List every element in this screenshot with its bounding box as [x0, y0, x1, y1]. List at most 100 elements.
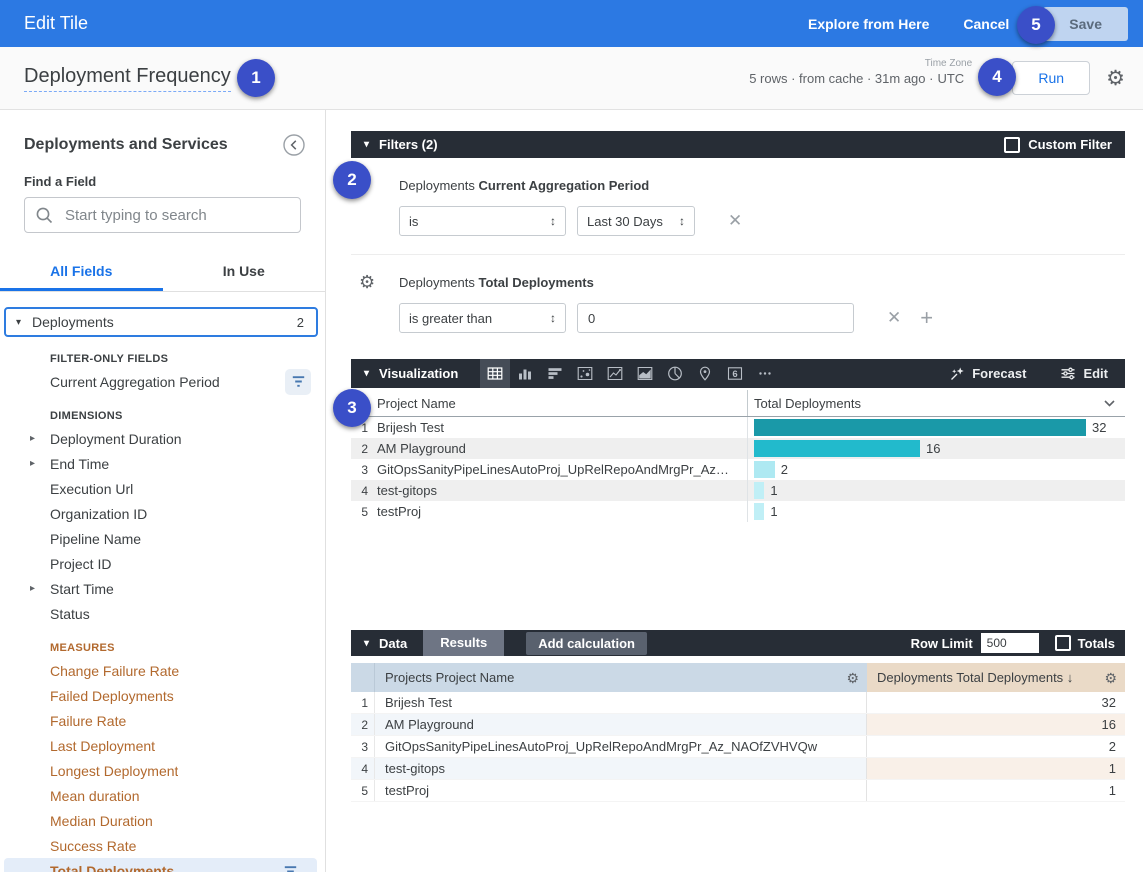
explore-from-here-link[interactable]: Explore from Here — [808, 16, 929, 32]
save-button[interactable]: Save — [1043, 7, 1128, 41]
filter-value-select[interactable]: Last 30 Days ↕ — [577, 206, 695, 236]
visualization-section-bar[interactable]: ▾ Visualization 6 Forecast Edit — [351, 359, 1125, 388]
viz-cell-project-name[interactable]: test-gitops — [375, 483, 747, 498]
filter-applied-icon[interactable] — [277, 858, 303, 872]
data-section-bar[interactable]: ▾ Data Results Add calculation Row Limit… — [351, 630, 1125, 656]
query-status-text: 5 rows · from cache · 31m ago · — [749, 71, 933, 86]
sidebar-field-mean-duration[interactable]: Mean duration — [0, 783, 325, 808]
sidebar-field-pipeline-name[interactable]: Pipeline Name — [0, 526, 325, 551]
filter-applied-icon[interactable] — [285, 369, 311, 395]
sidebar-field-status[interactable]: Status — [0, 601, 325, 626]
tab-in-use[interactable]: In Use — [163, 257, 326, 291]
single-value-icon[interactable]: 6 — [720, 359, 750, 388]
filters-section-bar[interactable]: ▾ Filters (2) Custom Filter — [351, 131, 1125, 158]
area-chart-icon[interactable] — [630, 359, 660, 388]
sidebar-field-success-rate[interactable]: Success Rate — [0, 833, 325, 858]
deployment-bar[interactable] — [754, 503, 764, 520]
chevron-down-icon[interactable] — [1104, 400, 1125, 407]
field-search-input[interactable] — [63, 206, 290, 225]
scatter-plot-icon[interactable] — [570, 359, 600, 388]
cancel-link[interactable]: Cancel — [963, 16, 1009, 32]
expand-caret-icon[interactable]: ▸ — [30, 458, 50, 469]
data-cell-project-name[interactable]: AM Playground — [375, 714, 867, 735]
viz-cell-project-name[interactable]: Brijesh Test — [375, 420, 747, 435]
sidebar-field-median-duration[interactable]: Median Duration — [0, 808, 325, 833]
sidebar-field-organization-id[interactable]: Organization ID — [0, 501, 325, 526]
deployment-bar[interactable] — [754, 482, 764, 499]
data-cell-total-deployments[interactable]: 16 — [867, 714, 1125, 735]
column-chart-icon[interactable] — [510, 359, 540, 388]
filter-operator-select[interactable]: is ↕ — [399, 206, 566, 236]
deployment-bar[interactable] — [754, 419, 1086, 436]
filter-operator-select[interactable]: is greater than ↕ — [399, 303, 566, 333]
line-chart-icon[interactable] — [600, 359, 630, 388]
viz-cell-total-deployments[interactable]: 1 — [747, 480, 1125, 501]
deployment-bar[interactable] — [754, 440, 920, 457]
sidebar-field-failed-deployments[interactable]: Failed Deployments — [0, 683, 325, 708]
collapse-caret-icon[interactable]: ▾ — [364, 368, 369, 379]
query-settings-gear-icon[interactable]: ⚙ — [1106, 68, 1125, 89]
add-filter-icon[interactable]: + — [920, 307, 933, 329]
collapse-caret-icon[interactable]: ▾ — [364, 638, 369, 649]
add-calculation-button[interactable]: Add calculation — [526, 632, 647, 655]
sidebar-field-change-failure-rate[interactable]: Change Failure Rate — [0, 658, 325, 683]
viz-cell-total-deployments[interactable]: 1 — [747, 501, 1125, 522]
column-gear-icon[interactable]: ⚙ — [846, 671, 859, 685]
viz-col-project-name[interactable]: Project Name — [375, 396, 747, 411]
tab-all-fields[interactable]: All Fields — [0, 257, 163, 291]
sidebar-field-project-id[interactable]: Project ID — [0, 551, 325, 576]
data-cell-project-name[interactable]: Brijesh Test — [375, 692, 867, 713]
remove-filter-icon[interactable]: ✕ — [728, 211, 742, 231]
viz-cell-project-name[interactable]: GitOpsSanityPipeLinesAutoProj_UpRelRepoA… — [375, 462, 747, 477]
viz-cell-total-deployments[interactable]: 16 — [747, 438, 1125, 459]
pie-chart-icon[interactable] — [660, 359, 690, 388]
data-cell-project-name[interactable]: test-gitops — [375, 758, 867, 779]
data-col-total-deployments[interactable]: Deployments Total Deployments ↓ ⚙ — [867, 663, 1125, 692]
remove-filter-icon[interactable]: ✕ — [887, 308, 901, 328]
page-title[interactable]: Deployment Frequency — [24, 65, 231, 92]
run-button[interactable]: Run — [1012, 61, 1090, 95]
field-search-box[interactable] — [24, 197, 301, 233]
data-cell-total-deployments[interactable]: 1 — [867, 780, 1125, 801]
bar-chart-icon[interactable] — [540, 359, 570, 388]
sidebar-group-deployments[interactable]: ▾ Deployments 2 — [4, 307, 318, 337]
data-col-project-name[interactable]: Projects Project Name ⚙ — [375, 663, 867, 692]
collapse-caret-icon[interactable]: ▾ — [364, 139, 369, 150]
deployment-bar[interactable] — [754, 461, 775, 478]
sidebar-field-last-deployment[interactable]: Last Deployment — [0, 733, 325, 758]
forecast-button[interactable]: Forecast — [950, 366, 1026, 381]
results-tab[interactable]: Results — [423, 630, 504, 656]
collapse-sidebar-icon[interactable] — [283, 134, 305, 156]
column-gear-icon[interactable]: ⚙ — [1104, 671, 1117, 685]
data-cell-project-name[interactable]: GitOpsSanityPipeLinesAutoProj_UpRelRepoA… — [375, 736, 867, 757]
expand-caret-icon[interactable]: ▸ — [30, 433, 50, 444]
sidebar-field-failure-rate[interactable]: Failure Rate — [0, 708, 325, 733]
custom-filter-checkbox[interactable] — [1004, 137, 1020, 153]
sidebar-field-execution-url[interactable]: Execution Url — [0, 476, 325, 501]
viz-col-total-deployments[interactable]: Total Deployments — [747, 390, 1125, 416]
sidebar-field-start-time[interactable]: ▸Start Time — [0, 576, 325, 601]
data-cell-total-deployments[interactable]: 1 — [867, 758, 1125, 779]
collapse-caret-icon[interactable]: ▾ — [16, 317, 21, 328]
sidebar-field-total-deployments[interactable]: Total Deployments — [4, 858, 317, 872]
map-pin-icon[interactable] — [690, 359, 720, 388]
data-cell-total-deployments[interactable]: 2 — [867, 736, 1125, 757]
row-limit-input[interactable] — [981, 633, 1039, 653]
expand-caret-icon[interactable]: ▸ — [30, 583, 50, 594]
sidebar-field-longest-deployment[interactable]: Longest Deployment — [0, 758, 325, 783]
more-icon[interactable] — [750, 359, 780, 388]
sidebar-field-current-aggregation-period[interactable]: Current Aggregation Period — [0, 369, 325, 394]
data-cell-project-name[interactable]: testProj — [375, 780, 867, 801]
viz-cell-total-deployments[interactable]: 2 — [747, 459, 1125, 480]
filter-gear-icon[interactable]: ⚙ — [359, 272, 375, 293]
edit-viz-button[interactable]: Edit — [1060, 366, 1108, 381]
sidebar-field-deployment-duration[interactable]: ▸Deployment Duration — [0, 426, 325, 451]
viz-cell-project-name[interactable]: testProj — [375, 504, 747, 519]
sidebar-field-end-time[interactable]: ▸End Time — [0, 451, 325, 476]
data-cell-total-deployments[interactable]: 32 — [867, 692, 1125, 713]
filter-value-input[interactable] — [577, 303, 854, 333]
viz-cell-total-deployments[interactable]: 32 — [747, 417, 1125, 438]
totals-checkbox[interactable] — [1055, 635, 1071, 651]
table-icon[interactable] — [480, 359, 510, 388]
viz-cell-project-name[interactable]: AM Playground — [375, 441, 747, 456]
